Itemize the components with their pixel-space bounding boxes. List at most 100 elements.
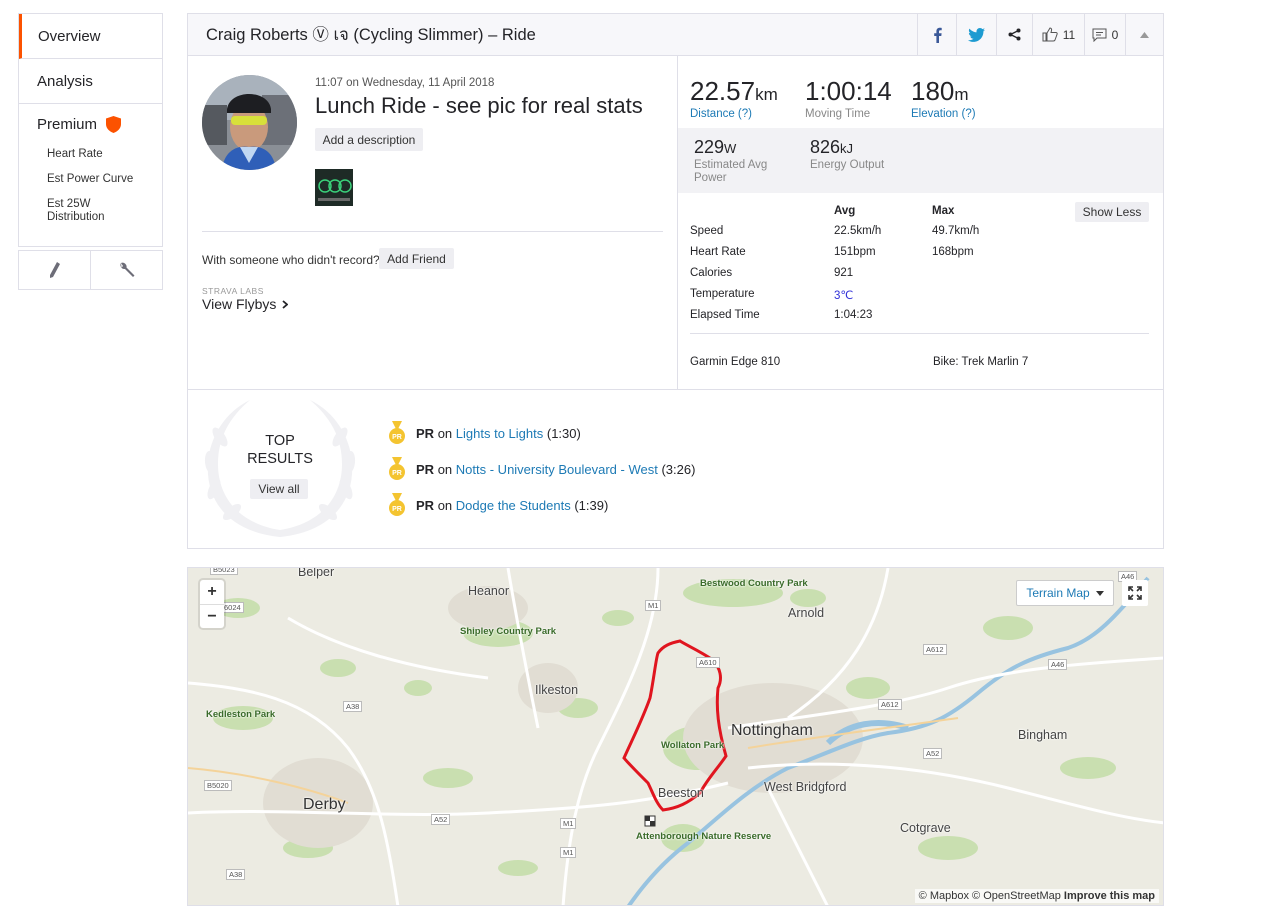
nav-heart-rate[interactable]: Heart Rate	[47, 148, 162, 161]
stat-power: 229W Estimated Avg Power	[694, 137, 784, 185]
add-description-button[interactable]: Add a description	[315, 128, 423, 151]
nav-tools	[18, 250, 163, 290]
zoom-in-button[interactable]: +	[200, 580, 224, 604]
nav-overview-label: Overview	[38, 27, 101, 45]
collapse-button[interactable]	[1125, 14, 1163, 55]
add-friend-button[interactable]: Add Friend	[379, 248, 454, 269]
moving-time-value: 1:00:14	[805, 76, 892, 106]
elevation-unit: m	[954, 85, 969, 104]
edit-button[interactable]	[19, 251, 90, 289]
kudos-button[interactable]: 11	[1032, 14, 1084, 55]
nav-analysis[interactable]: Analysis	[19, 59, 162, 104]
caret-down-icon	[1095, 590, 1104, 596]
device-name: Garmin Edge 810	[690, 356, 781, 368]
activity-name: Lunch Ride - see pic for real stats	[315, 93, 643, 118]
facebook-icon	[933, 27, 942, 43]
road-label: A38	[343, 701, 363, 712]
top-results-line2: RESULTS	[247, 451, 313, 467]
pr-medal-label: PR	[392, 506, 402, 513]
segment-link[interactable]: Notts - University Boulevard - West	[456, 462, 658, 477]
segment-time: (1:39)	[574, 497, 609, 513]
sidebar-nav: Overview Analysis Premium Heart Rate Est…	[18, 13, 163, 247]
segment-link[interactable]: Lights to Lights	[456, 426, 543, 441]
athlete-avatar[interactable]	[202, 75, 297, 170]
activity-time: 11:07 on Wednesday, 11 April 2018	[315, 77, 495, 89]
fullscreen-button[interactable]	[1122, 580, 1148, 606]
nav-est-power-curve[interactable]: Est Power Curve	[47, 173, 162, 186]
finish-flag-icon	[644, 815, 656, 827]
friend-question: With someone who didn't record?	[202, 253, 380, 267]
nav-overview[interactable]: Overview	[19, 14, 162, 59]
details-header-max: Max	[932, 205, 955, 217]
elevation-label[interactable]: Elevation (?)	[911, 108, 976, 120]
list-item: PR PR on Dodge the Students (1:39)	[388, 487, 695, 523]
top-results-line1: TOP	[265, 433, 295, 449]
twitter-share-button[interactable]	[956, 14, 996, 55]
place-label: West Bridgford	[764, 780, 847, 794]
place-label: Belper	[298, 567, 335, 579]
row-avg: 921	[834, 267, 854, 279]
row-avg: 151bpm	[834, 246, 876, 258]
place-label: Cotgrave	[900, 821, 951, 835]
road-label: B5020	[204, 780, 232, 791]
share-button[interactable]	[996, 14, 1032, 55]
show-less-button[interactable]: Show Less	[1075, 202, 1149, 222]
row-avg: 3℃	[834, 290, 854, 302]
view-all-button[interactable]: View all	[250, 479, 308, 499]
comments-button[interactable]: 0	[1084, 14, 1125, 55]
power-value: 229	[694, 137, 725, 157]
comment-count: 0	[1111, 27, 1119, 42]
pr-on: on	[437, 425, 453, 441]
route-map[interactable]: Belper Heanor Bestwood Country Park Arno…	[187, 567, 1164, 906]
row-label: Temperature	[690, 288, 755, 300]
mapbox-link[interactable]: © Mapbox	[919, 890, 969, 902]
distance-label[interactable]: Distance (?)	[690, 108, 778, 120]
table-row: Temperature 3℃	[690, 285, 1150, 306]
nav-est-25w-distribution[interactable]: Est 25W Distribution	[47, 198, 127, 224]
nav-analysis-label: Analysis	[37, 72, 93, 90]
strava-labs-label: STRAVA LABS	[202, 286, 264, 296]
view-flybys-link[interactable]: View Flybys	[202, 296, 289, 312]
stat-distance: 22.57km Distance (?)	[690, 76, 778, 120]
nav-premium-label: Premium	[37, 115, 98, 133]
place-label: Derby	[303, 796, 346, 813]
zoom-out-button[interactable]: −	[200, 604, 224, 628]
road-label: A612	[878, 699, 902, 710]
expand-icon	[1128, 586, 1142, 600]
row-avg: 1:04:23	[834, 309, 873, 321]
stat-energy: 826kJ Energy Output	[810, 137, 900, 172]
zoom-control: + −	[200, 580, 224, 628]
segment-link[interactable]: Dodge the Students	[456, 498, 571, 513]
road-label: A38	[226, 869, 246, 880]
road-label: M1	[560, 818, 577, 829]
map-type-dropdown[interactable]: Terrain Map	[1016, 580, 1114, 606]
divider	[690, 333, 1149, 334]
improve-map-link[interactable]: Improve this map	[1064, 890, 1155, 902]
osm-link[interactable]: © OpenStreetMap	[972, 890, 1061, 902]
road-label: M1	[645, 600, 662, 611]
nav-premium[interactable]: Premium	[37, 114, 162, 134]
map-type-label: Terrain Map	[1026, 586, 1090, 600]
energy-label: Energy Output	[810, 159, 885, 171]
avatar-image	[202, 75, 297, 170]
divider	[202, 231, 663, 232]
place-label: Bingham	[1018, 728, 1068, 742]
facebook-share-button[interactable]	[917, 14, 956, 55]
place-label: Attenborough Nature Reserve	[636, 831, 772, 842]
table-row: Speed 22.5km/h 49.7km/h	[690, 222, 1150, 243]
road-label: A46	[1048, 659, 1068, 670]
actions-button[interactable]	[90, 251, 162, 289]
share-icon	[1008, 28, 1021, 41]
segment-time: (1:30)	[546, 425, 581, 441]
place-label: Bestwood Country Park	[700, 578, 808, 589]
caret-up-icon	[1140, 31, 1149, 38]
row-avg: 22.5km/h	[834, 225, 882, 237]
road-label: M1	[560, 847, 577, 858]
row-max: 49.7km/h	[932, 225, 980, 237]
pr-medal-label: PR	[392, 470, 402, 477]
activity-photo-thumbnail[interactable]	[315, 169, 353, 206]
table-row: Heart Rate 151bpm 168bpm	[690, 243, 1150, 264]
activity-summary: 11:07 on Wednesday, 11 April 2018 Lunch …	[188, 56, 678, 389]
list-item: PR PR on Notts - University Boulevard - …	[388, 451, 695, 487]
row-label: Elapsed Time	[690, 309, 760, 321]
